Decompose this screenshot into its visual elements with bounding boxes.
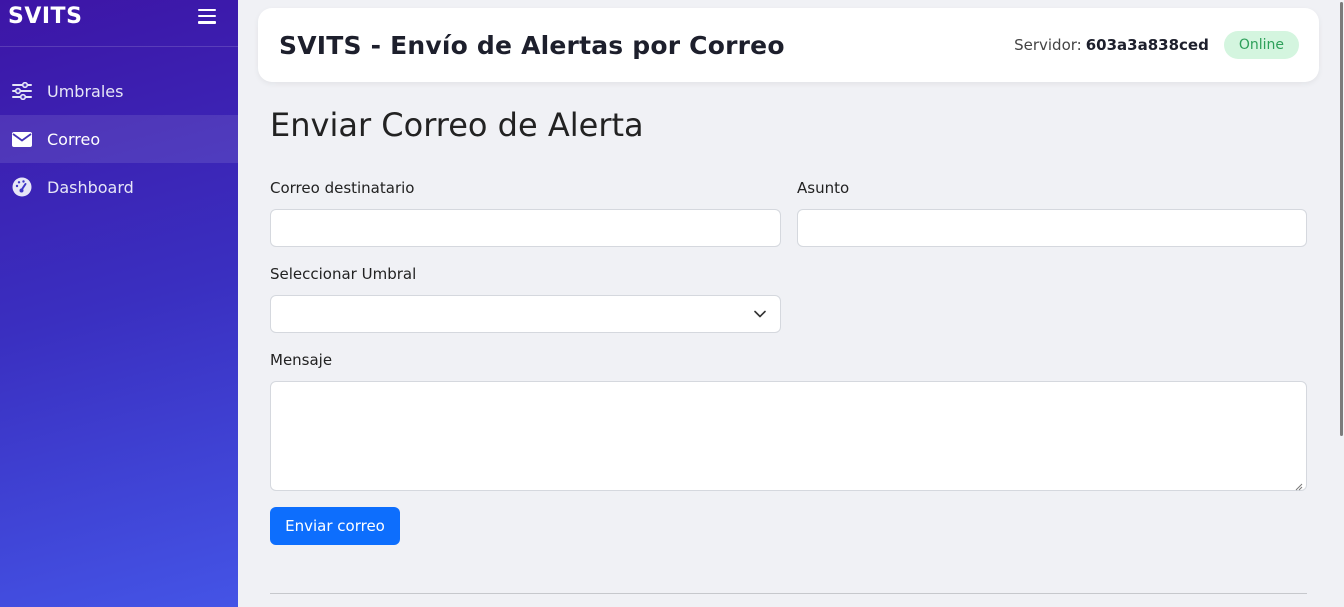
sidebar: SVITS Umbrales Correo Dashboard [0,0,238,607]
sidebar-item-correo[interactable]: Correo [0,115,238,163]
sidebar-item-umbrales[interactable]: Umbrales [0,67,238,115]
sidebar-item-label: Correo [47,129,101,149]
header-title: SVITS - Envío de Alertas por Correo [279,30,785,60]
subject-input[interactable] [797,209,1307,247]
subject-label: Asunto [797,179,850,197]
message-label: Mensaje [270,351,333,369]
brand-logo[interactable]: SVITS [8,4,82,29]
sidebar-header: SVITS [0,0,238,47]
send-email-button[interactable]: Enviar correo [270,507,400,545]
threshold-label: Seleccionar Umbral [270,265,417,283]
scrollbar-thumb[interactable] [1340,2,1343,436]
server-label: Servidor: [1014,36,1082,54]
sidebar-item-dashboard[interactable]: Dashboard [0,163,238,211]
envelope-icon [11,128,33,150]
hamburger-menu-icon[interactable] [198,8,216,24]
header-card: SVITS - Envío de Alertas por Correo Serv… [258,8,1319,82]
server-id: 603a3a838ced [1085,36,1209,54]
sidebar-item-label: Dashboard [47,177,134,197]
app: SVITS Umbrales Correo Dashboard SVITS - … [0,0,1344,607]
status-badge: Online [1223,31,1299,59]
chevron-down-icon [754,306,766,322]
sidebar-item-label: Umbrales [47,81,124,101]
page-scrollbar[interactable] [1338,0,1344,607]
resize-grip-icon[interactable] [1295,479,1303,491]
divider [270,593,1307,594]
gauge-icon [11,176,33,198]
message-textarea[interactable] [270,381,1307,491]
server-info: Servidor: 603a3a838ced Online [1014,31,1299,59]
sidebar-nav: Umbrales Correo Dashboard [0,67,238,211]
sliders-icon [11,80,33,102]
threshold-select[interactable] [270,295,781,333]
recipient-label: Correo destinatario [270,179,415,197]
page-title: Enviar Correo de Alerta [270,106,644,144]
recipient-email-input[interactable] [270,209,781,247]
